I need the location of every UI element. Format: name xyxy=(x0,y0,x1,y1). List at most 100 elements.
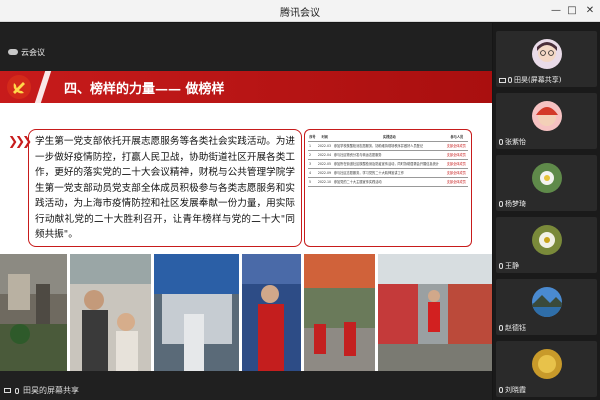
header-ribbon xyxy=(34,71,52,103)
table-header: 时间 xyxy=(316,133,333,142)
table-header-row: 序号 时间 实践活动 参与人员 xyxy=(308,133,468,142)
photo-community xyxy=(0,254,68,371)
activity-table: 序号 时间 实践活动 参与人员 1 2022.03 参加学校核酸检测志愿服务，协… xyxy=(308,133,468,187)
participant-tile[interactable]: 赵德钰 xyxy=(496,279,597,335)
maximize-button[interactable]: □ xyxy=(564,3,580,19)
shared-screen-area: 云会议 四、榜样的力量—— 做榜样 ❯❯❯ 学生第一党支部依托开展志愿服务等各类… xyxy=(0,23,492,400)
photo-volunteer-child xyxy=(70,254,152,371)
participant-name: 刘晓霞 xyxy=(499,385,526,395)
table-cell: 参加党的二十大主题宣传实践活动 xyxy=(332,177,446,187)
table-cell: 参与社区物资分发与转运志愿服务 xyxy=(332,150,446,160)
participant-tile[interactable]: 杨梦琦 xyxy=(496,155,597,211)
meeting-window: 腾讯会议 — □ ✕ 云会议 四、榜样的力量—— 做榜样 ❯❯❯ 学生第一党支部… xyxy=(0,0,600,400)
avatar xyxy=(532,163,562,193)
table-cell: 支部全体成员 xyxy=(445,159,468,169)
avatar xyxy=(532,349,562,379)
table-row: 2 2022.04 参与社区物资分发与转运志愿服务 支部全体成员 xyxy=(308,150,468,160)
table-header: 序号 xyxy=(308,133,317,142)
screen-share-icon xyxy=(499,77,506,83)
cloud-icon xyxy=(8,49,18,55)
arrow-chevrons-icon: ❯❯❯ xyxy=(8,134,32,148)
tent-check-image xyxy=(154,254,240,371)
table-cell: 2 xyxy=(308,150,317,160)
participant-name: 赵德钰 xyxy=(499,323,526,333)
slide-section-title: 四、榜样的力量—— 做榜样 xyxy=(64,82,225,97)
slide-body-text: 学生第一党支部依托开展志愿服务等各类社会实践活动。为进一步做好疫情防控，打赢人民… xyxy=(35,136,295,240)
table-header: 实践活动 xyxy=(332,133,446,142)
microphone-icon xyxy=(499,139,503,145)
participant-name: 王静 xyxy=(499,261,519,271)
participant-name-text: 杨梦琦 xyxy=(505,200,526,208)
table-cell: 2022.03 xyxy=(316,141,333,151)
table-cell: 2022.10 xyxy=(316,177,333,187)
table-row: 5 2022.10 参加党的二十大主题宣传实践活动 支部全体成员 xyxy=(308,177,468,187)
cartoon-girl-avatar-icon xyxy=(532,39,562,69)
table-cell: 支部全体成员 xyxy=(445,168,468,178)
participant-name: 田昊(屏幕共享) xyxy=(499,75,561,85)
party-emblem-icon xyxy=(7,75,31,99)
participant-tile[interactable]: 王静 xyxy=(496,217,597,273)
table-cell: 4 xyxy=(308,168,317,178)
avatar xyxy=(532,287,562,317)
daisy-avatar-icon xyxy=(532,225,562,255)
table-cell: 支部全体成员 xyxy=(445,177,468,187)
landscape-avatar-icon xyxy=(532,287,562,317)
table-cell: 参加所在街道社区核酸检测及防疫宣传活动，同时协助居委会开展信息统计 xyxy=(332,159,446,169)
table-header: 参与人员 xyxy=(445,133,468,142)
participant-sidebar[interactable]: 田昊(屏幕共享) 张紫怡 杨梦琦 王静 赵德钰 刘晓霞 xyxy=(493,23,600,400)
table-cell: 1 xyxy=(308,141,317,151)
table-cell: 2022.04 xyxy=(316,150,333,160)
cartoon-avatar-icon xyxy=(532,101,562,131)
title-bar: 腾讯会议 — □ ✕ xyxy=(0,0,600,22)
minimize-button[interactable]: — xyxy=(548,3,564,19)
photo-street-volunteer xyxy=(378,254,492,371)
photo-street-group xyxy=(304,254,376,371)
community-photo-image xyxy=(0,254,68,371)
street-volunteer-image xyxy=(378,254,492,371)
activity-table-box: 序号 时间 实践活动 参与人员 1 2022.03 参加学校核酸检测志愿服务，协… xyxy=(304,129,472,247)
window-title: 腾讯会议 xyxy=(280,8,320,19)
table-cell: 2022.05 xyxy=(316,159,333,169)
participant-name-text: 田昊(屏幕共享) xyxy=(514,76,562,84)
participant-name-text: 王静 xyxy=(505,262,519,270)
avatar xyxy=(532,101,562,131)
table-row: 4 2022.09 参与社区志愿服务，学习党的二十大精神宣讲工作 支部全体成员 xyxy=(308,168,468,178)
avatar xyxy=(532,39,562,69)
red-vest-volunteer-image xyxy=(242,254,302,371)
microphone-icon xyxy=(15,387,19,394)
microphone-icon xyxy=(499,263,503,269)
close-button[interactable]: ✕ xyxy=(582,3,598,19)
table-cell: 支部全体成员 xyxy=(445,150,468,160)
microphone-icon xyxy=(499,201,503,207)
table-cell: 2022.09 xyxy=(316,168,333,178)
table-cell: 3 xyxy=(308,159,317,169)
presentation-slide: 四、榜样的力量—— 做榜样 ❯❯❯ 学生第一党支部依托开展志愿服务等各类社会实践… xyxy=(0,71,492,371)
participant-name: 张紫怡 xyxy=(499,137,526,147)
avatar xyxy=(532,225,562,255)
share-label-text: 云会议 xyxy=(21,47,45,57)
participant-name-text: 刘晓霞 xyxy=(505,386,526,394)
participant-name-text: 张紫怡 xyxy=(505,138,526,146)
microphone-icon xyxy=(499,387,503,393)
participant-name: 杨梦琦 xyxy=(499,199,526,209)
presenter-footer: 田昊的屏幕共享 xyxy=(4,385,79,396)
presenter-label: 田昊的屏幕共享 xyxy=(23,386,79,395)
microphone-icon xyxy=(508,77,512,83)
table-row: 3 2022.05 参加所在街道社区核酸检测及防疫宣传活动，同时协助居委会开展信… xyxy=(308,159,468,169)
photo-strip xyxy=(0,254,492,371)
share-label: 云会议 xyxy=(8,45,45,59)
table-cell: 5 xyxy=(308,177,317,187)
participant-tile[interactable]: 张紫怡 xyxy=(496,93,597,149)
participant-tile[interactable]: 刘晓霞 xyxy=(496,341,597,397)
screen-share-icon xyxy=(4,388,11,393)
table-cell: 支部全体成员 xyxy=(445,141,468,151)
photo-red-vest-volunteer xyxy=(242,254,302,371)
participant-tile[interactable]: 田昊(屏幕共享) xyxy=(496,31,597,87)
microphone-icon xyxy=(499,325,503,331)
table-cell: 参加学校核酸检测志愿服务，协助维持现场秩序并做好人员登记 xyxy=(332,141,446,151)
flower-avatar-icon xyxy=(532,163,562,193)
golden-avatar-icon xyxy=(532,349,562,379)
street-group-image xyxy=(304,254,376,371)
table-cell: 参与社区志愿服务，学习党的二十大精神宣讲工作 xyxy=(332,168,446,178)
volunteer-child-image xyxy=(70,254,152,371)
